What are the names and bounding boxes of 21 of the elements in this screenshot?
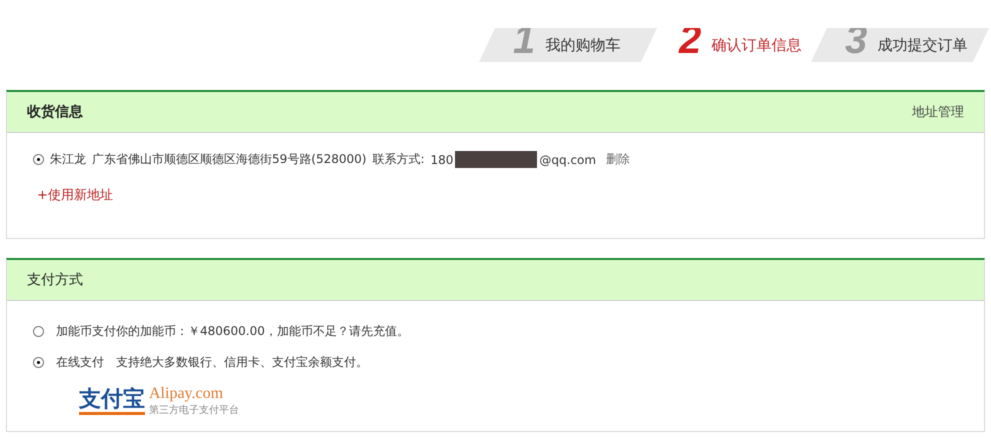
step-label: 我的购物车 — [545, 36, 620, 54]
panel-title: 收货信息 — [27, 103, 83, 121]
step-label: 确认订单信息 — [711, 36, 802, 54]
payment-option-label: 在线支付 支持绝大多数银行、信用卡、支付宝余额支付。 — [56, 354, 368, 371]
logo-tagline: 第三方电子支付平台 — [149, 404, 239, 417]
contact-text: 180 — [430, 152, 454, 166]
logo-name: Alipay.com — [149, 385, 224, 403]
radio-button[interactable] — [33, 154, 44, 165]
radio-button[interactable] — [33, 357, 44, 368]
address-text: 广东省佛山市顺德区顺德区海德街59号路(528000) — [92, 151, 366, 168]
new-address-link[interactable]: +使用新地址 — [37, 186, 113, 204]
contact-label: 联系方式: — [372, 151, 424, 168]
recipient-name: 朱江龙 — [50, 151, 86, 168]
payment-option-label: 加能币支付你的加能币：￥480600.00，加能币不足？请先充值。 — [56, 323, 409, 340]
address-manage-link[interactable]: 地址管理 — [912, 103, 964, 121]
contact-text: @qq.com — [539, 152, 596, 166]
radio-button[interactable] — [33, 326, 44, 337]
step-label: 成功提交订单 — [877, 36, 968, 54]
logo-mark: 支付宝 — [79, 388, 145, 414]
delete-link[interactable]: 删除 — [606, 151, 630, 168]
panel-title: 支付方式 — [27, 271, 83, 289]
